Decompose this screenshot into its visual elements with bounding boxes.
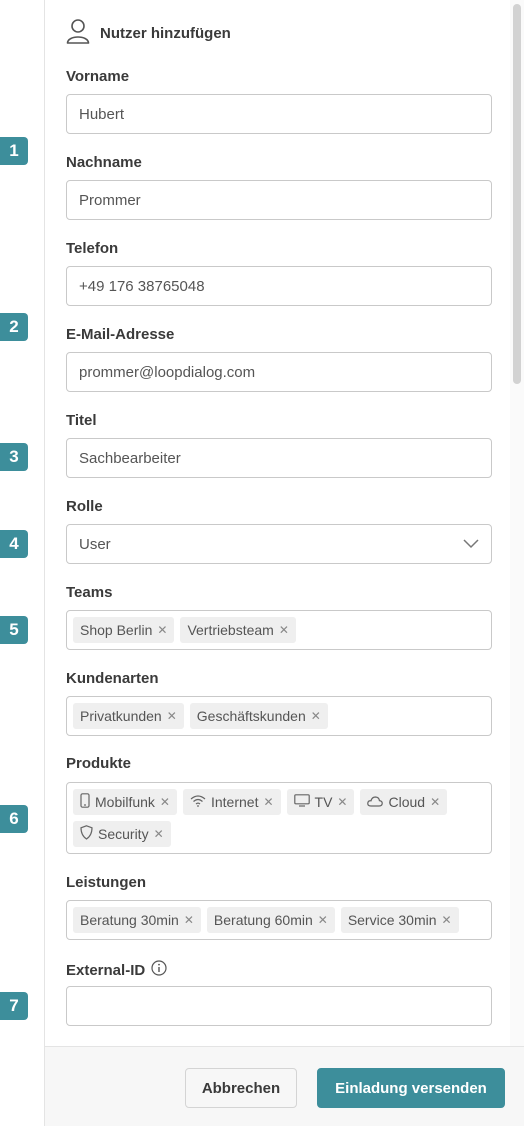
produkte-label: Produkte — [66, 755, 132, 772]
scrollbar-thumb[interactable] — [513, 4, 521, 384]
telefon-value: +49 176 38765048 — [79, 277, 205, 295]
tag-chip: Cloud ✕ — [360, 789, 448, 815]
external-id-label-text: External-ID — [66, 961, 146, 979]
phone-icon — [80, 793, 90, 811]
remove-icon[interactable]: ✕ — [442, 913, 452, 927]
tag-label: Mobilfunk — [95, 794, 155, 810]
send-invitation-button[interactable]: Einladung versenden — [317, 1068, 505, 1108]
remove-icon[interactable]: ✕ — [154, 827, 164, 841]
chevron-down-icon — [463, 536, 479, 553]
remove-icon[interactable]: ✕ — [430, 795, 440, 809]
step-badge-7: 7 — [0, 992, 28, 1020]
external-id-label: External-ID — [66, 960, 167, 980]
tag-label: Beratung 60min — [213, 912, 313, 928]
email-label: E-Mail-Adresse — [66, 326, 175, 343]
kundenarten-multiselect[interactable]: Privatkunden ✕ Geschäftskunden ✕ — [66, 696, 492, 736]
step-gutter: 1 2 3 4 5 6 7 — [0, 0, 44, 1126]
nachname-value: Prommer — [79, 191, 141, 209]
titel-value: Sachbearbeiter — [79, 449, 181, 467]
remove-icon[interactable]: ✕ — [184, 913, 194, 927]
remove-icon[interactable]: ✕ — [167, 709, 177, 723]
cancel-button[interactable]: Abbrechen — [185, 1068, 297, 1108]
tv-icon — [293, 794, 310, 810]
tag-label: Service 30min — [347, 912, 437, 928]
tag-chip: Geschäftskunden ✕ — [189, 703, 328, 729]
tag-chip: Service 30min ✕ — [340, 907, 459, 933]
remove-icon[interactable]: ✕ — [318, 913, 328, 927]
tag-chip: TV ✕ — [286, 789, 355, 815]
step-badge-3: 3 — [0, 443, 28, 471]
titel-input[interactable]: Sachbearbeiter — [66, 438, 492, 478]
tag-label: Shop Berlin — [80, 622, 153, 638]
leistungen-label: Leistungen — [66, 874, 147, 891]
scrollbar[interactable] — [510, 0, 524, 1046]
tag-label: Security — [98, 826, 149, 842]
dialog-header: Nutzer hinzufügen — [66, 18, 231, 49]
tag-chip: Shop Berlin ✕ — [73, 617, 175, 643]
user-icon — [66, 18, 90, 49]
nachname-input[interactable]: Prommer — [66, 180, 492, 220]
tag-label: TV — [314, 794, 333, 810]
rolle-value: User — [79, 535, 111, 553]
titel-label: Titel — [66, 412, 97, 429]
step-badge-6: 6 — [0, 805, 28, 833]
kundenarten-label: Kundenarten — [66, 670, 159, 687]
remove-icon[interactable]: ✕ — [263, 795, 273, 809]
external-id-input[interactable] — [66, 986, 492, 1026]
vorname-value: Hubert — [79, 105, 125, 123]
tag-label: Vertriebsteam — [187, 622, 274, 638]
rolle-select[interactable]: User — [66, 524, 492, 564]
vorname-input[interactable]: Hubert — [66, 94, 492, 134]
telefon-input[interactable]: +49 176 38765048 — [66, 266, 492, 306]
tag-label: Beratung 30min — [80, 912, 179, 928]
dialog-footer: Abbrechen Einladung versenden — [45, 1046, 524, 1126]
tag-chip: Internet ✕ — [182, 789, 281, 815]
produkte-multiselect[interactable]: Mobilfunk ✕ Internet ✕ TV ✕ Cloud ✕ Secu… — [66, 782, 492, 854]
tag-chip: Beratung 30min ✕ — [73, 907, 201, 933]
shield-icon — [80, 825, 93, 843]
cloud-icon — [367, 794, 384, 810]
teams-label: Teams — [66, 584, 113, 601]
tag-chip: Privatkunden ✕ — [73, 703, 184, 729]
step-badge-5: 5 — [0, 616, 28, 644]
vorname-label: Vorname — [66, 68, 130, 85]
tag-label: Privatkunden — [80, 708, 162, 724]
step-badge-2: 2 — [0, 313, 28, 341]
tag-chip: Mobilfunk ✕ — [73, 789, 177, 815]
email-value: prommer@loopdialog.com — [79, 363, 256, 381]
remove-icon[interactable]: ✕ — [337, 795, 347, 809]
remove-icon[interactable]: ✕ — [279, 623, 289, 637]
tag-label: Cloud — [388, 794, 426, 810]
email-input[interactable]: prommer@loopdialog.com — [66, 352, 492, 392]
rolle-label: Rolle — [66, 498, 103, 515]
add-user-panel: Nutzer hinzufügen Vorname Hubert Nachnam… — [44, 0, 524, 1126]
telefon-label: Telefon — [66, 240, 119, 257]
step-badge-4: 4 — [0, 530, 28, 558]
nachname-label: Nachname — [66, 154, 142, 171]
tag-chip: Beratung 60min ✕ — [206, 907, 335, 933]
tag-chip: Vertriebsteam ✕ — [180, 617, 296, 643]
dialog-title: Nutzer hinzufügen — [100, 25, 231, 42]
remove-icon[interactable]: ✕ — [311, 709, 321, 723]
wifi-icon — [190, 794, 206, 810]
leistungen-multiselect[interactable]: Beratung 30min ✕ Beratung 60min ✕ Servic… — [66, 900, 492, 940]
teams-multiselect[interactable]: Shop Berlin ✕ Vertriebsteam ✕ — [66, 610, 492, 650]
tag-label: Geschäftskunden — [196, 708, 306, 724]
remove-icon[interactable]: ✕ — [157, 623, 167, 637]
step-badge-1: 1 — [0, 137, 28, 165]
tag-chip: Security ✕ — [73, 821, 171, 847]
info-icon[interactable] — [151, 960, 167, 980]
remove-icon[interactable]: ✕ — [160, 795, 170, 809]
tag-label: Internet — [210, 794, 259, 810]
